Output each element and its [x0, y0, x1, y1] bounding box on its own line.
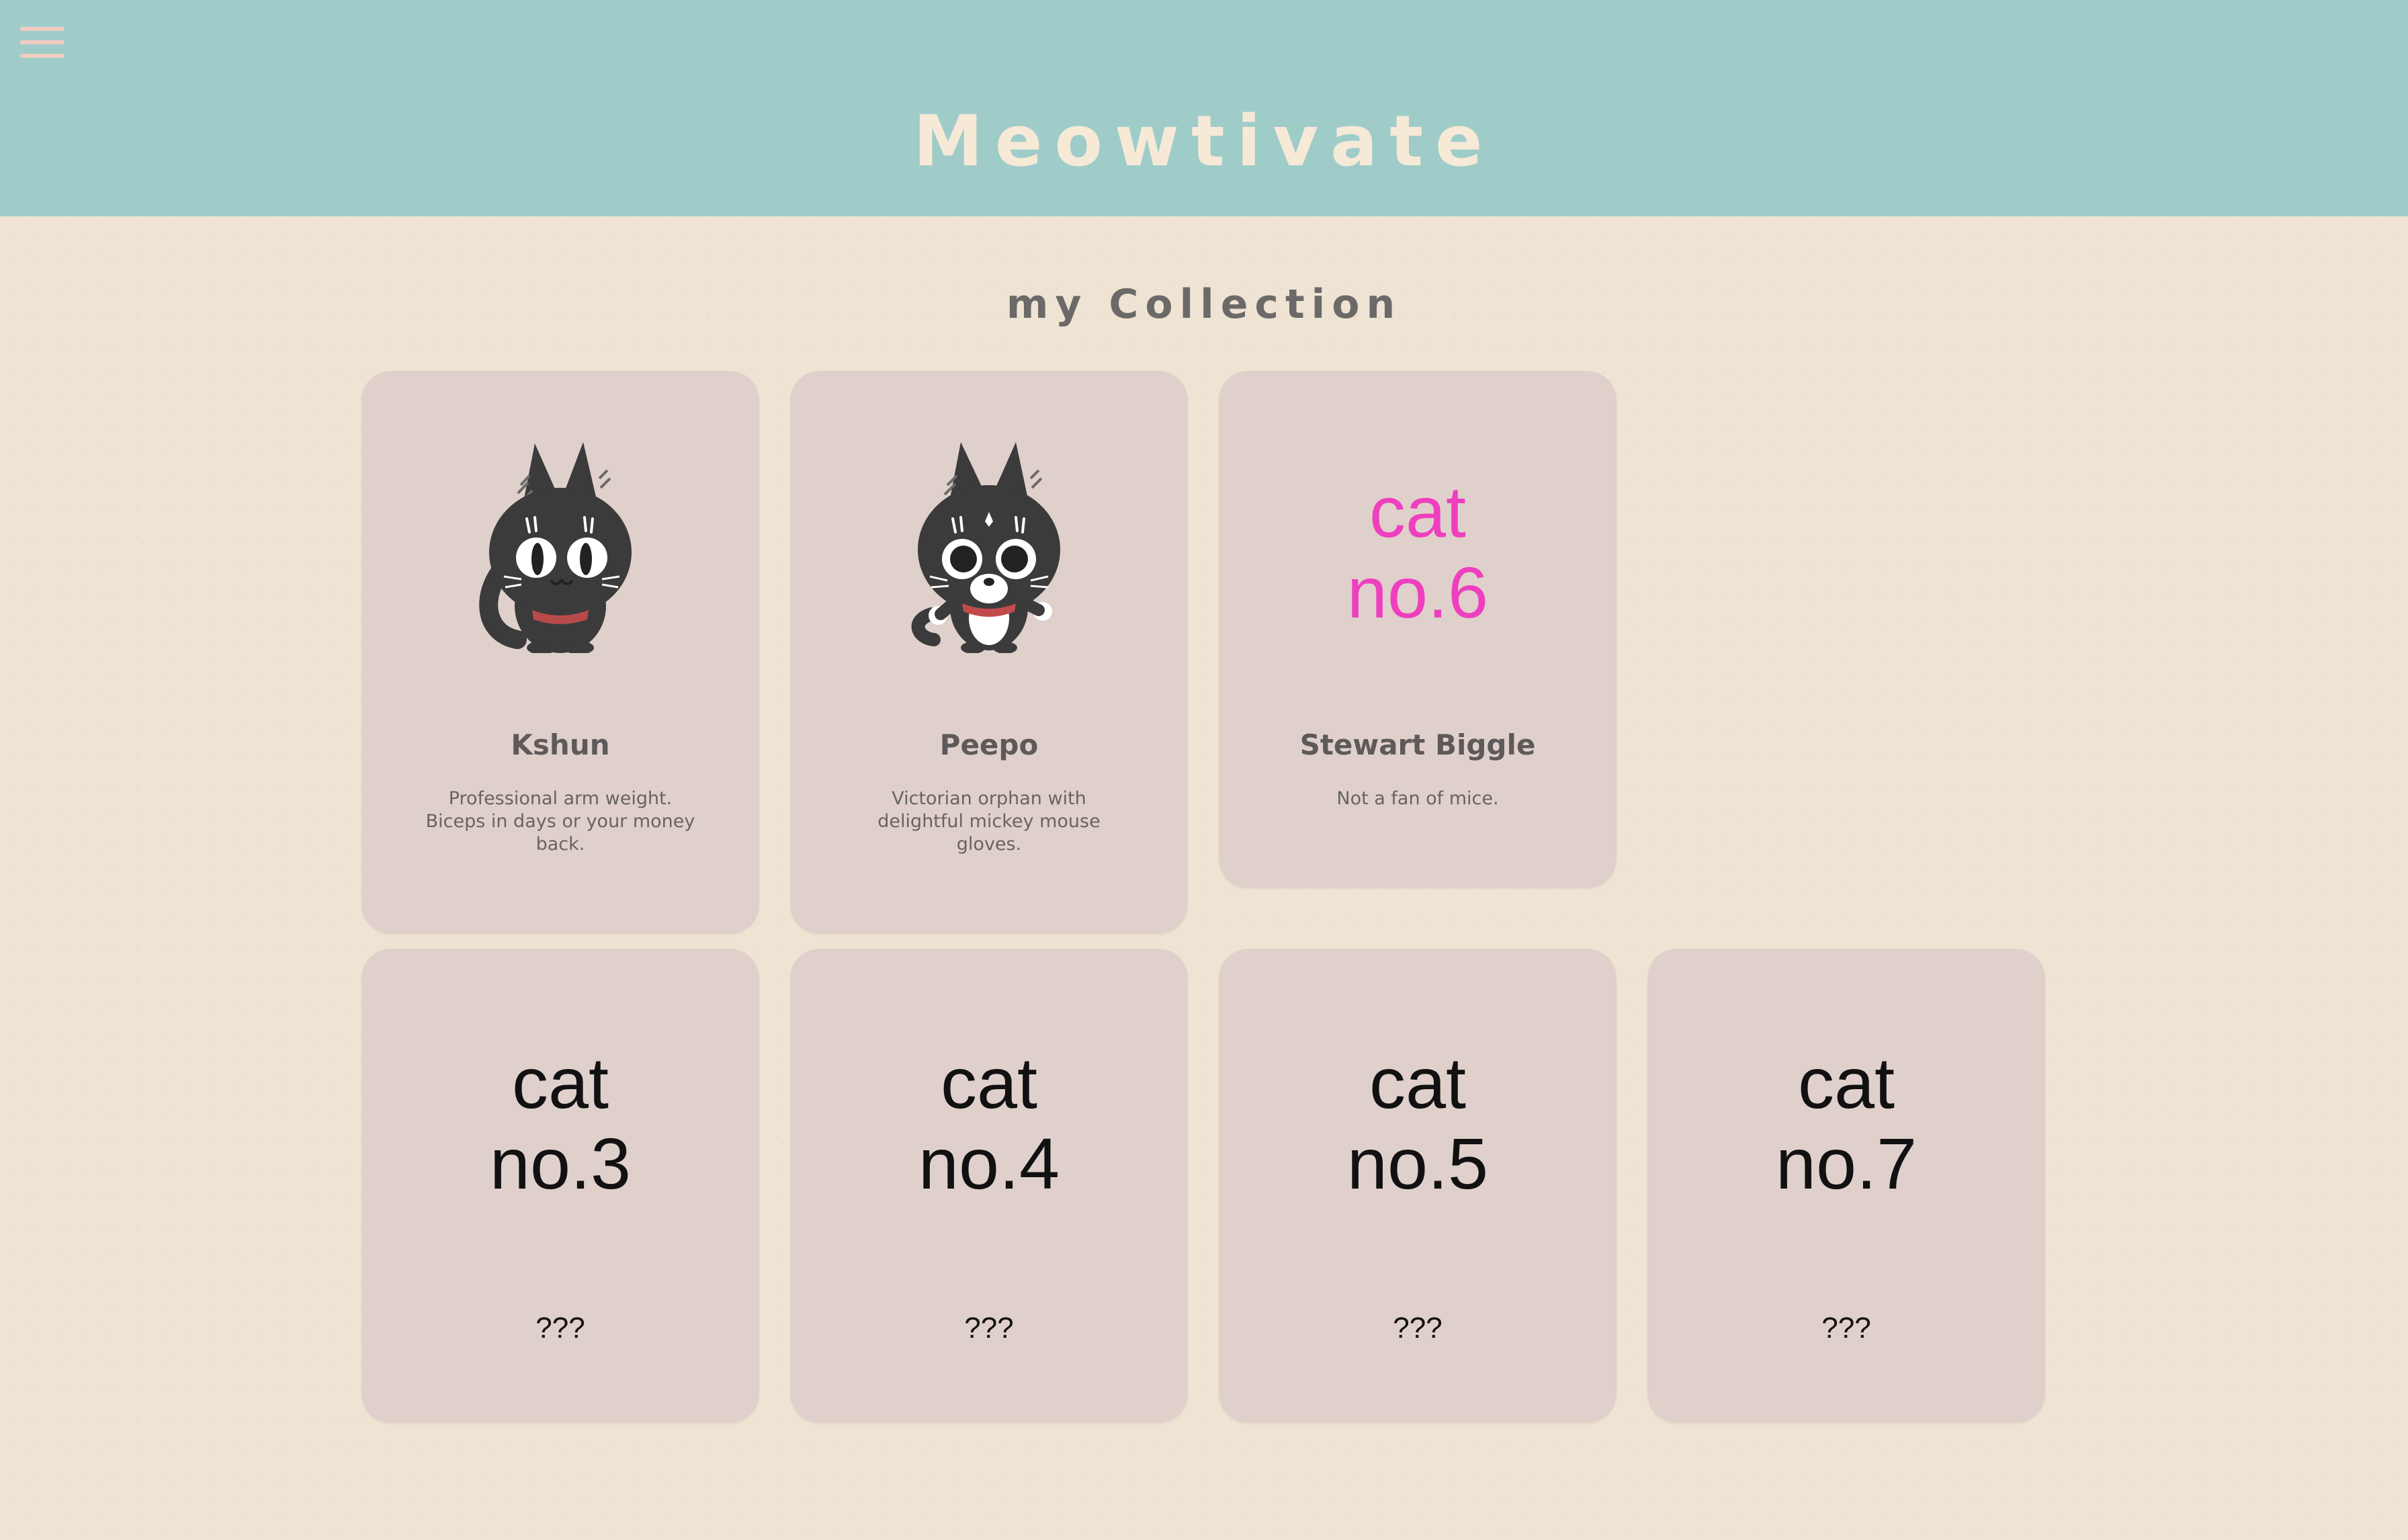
cat-placeholder-image: cat no.5: [1219, 1043, 1617, 1204]
cat-card-peepo[interactable]: Peepo Victorian orphan with delightful m…: [790, 371, 1188, 934]
cat-placeholder-image: cat no.6: [1219, 472, 1617, 633]
cat-placeholder-image: cat no.3: [361, 1043, 759, 1204]
placeholder-line-2: no.3: [489, 1123, 632, 1204]
cat-placeholder-image: cat no.7: [1647, 1043, 2045, 1204]
placeholder-line-1: cat: [1797, 1042, 1895, 1123]
placeholder-line-2: no.4: [918, 1123, 1060, 1204]
cat-card-kshun[interactable]: Kshun Professional arm weight. Biceps in…: [361, 371, 759, 934]
app-header: Meowtivate: [0, 0, 2408, 216]
cat-name-unknown: ???: [1393, 1312, 1443, 1344]
cat-card-locked-3[interactable]: cat no.3 ???: [361, 949, 759, 1423]
tuxedo-cat-peepo-icon: [911, 442, 1060, 653]
cat-description: Not a fan of mice.: [1336, 788, 1499, 809]
hamburger-menu-icon[interactable]: [20, 24, 66, 60]
app-title: Meowtivate: [913, 100, 1495, 182]
cat-name-unknown: ???: [535, 1312, 585, 1344]
cat-name-unknown: ???: [964, 1312, 1014, 1344]
cat-card-stewart-biggle[interactable]: cat no.6 Stewart Biggle Not a fan of mic…: [1219, 371, 1617, 888]
placeholder-line-2: no.7: [1775, 1123, 1918, 1204]
collection-title: my Collection: [1006, 281, 1402, 328]
placeholder-line-1: cat: [511, 1042, 609, 1123]
cat-description: Victorian orphan with delightful mickey …: [877, 788, 1101, 855]
placeholder-line-2: no.6: [1346, 552, 1489, 633]
cat-description: Professional arm weight. Biceps in days …: [425, 788, 695, 855]
cat-name-unknown: ???: [1821, 1312, 1871, 1344]
placeholder-line-1: cat: [940, 1042, 1038, 1123]
cat-name: Peepo: [939, 728, 1039, 761]
cat-card-locked-4[interactable]: cat no.4 ???: [790, 949, 1188, 1423]
cat-placeholder-image: cat no.4: [790, 1043, 1188, 1204]
placeholder-line-1: cat: [1369, 1042, 1467, 1123]
menu-bar-top: [20, 27, 64, 31]
cat-card-locked-7[interactable]: cat no.7 ???: [1647, 949, 2045, 1423]
menu-bar-middle: [20, 40, 64, 44]
placeholder-line-1: cat: [1369, 471, 1467, 552]
cat-card-locked-5[interactable]: cat no.5 ???: [1219, 949, 1617, 1423]
placeholder-line-2: no.5: [1346, 1123, 1489, 1204]
menu-bar-bottom: [20, 54, 64, 58]
cat-name: Kshun: [511, 728, 610, 761]
black-cat-kshun-icon: [479, 442, 632, 653]
cat-name: Stewart Biggle: [1299, 728, 1536, 761]
